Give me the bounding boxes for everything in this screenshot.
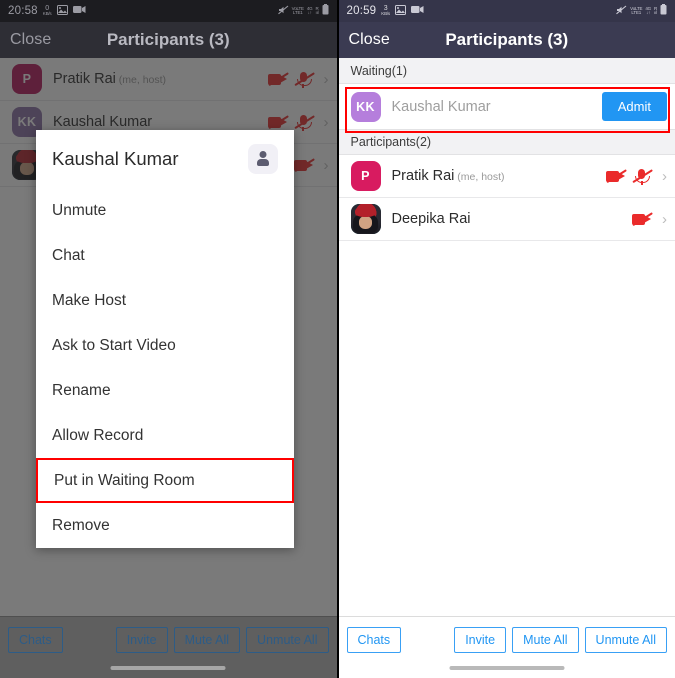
invite-button[interactable]: Invite	[115, 627, 168, 653]
chevron-right-icon[interactable]: ›	[662, 168, 667, 185]
volte-lte1-icon: VoLTE LTE1	[630, 5, 643, 15]
menu-item-rename[interactable]: Rename	[36, 368, 294, 413]
status-bar-right: VoLTE LTE1 4G ↓↑ R ııl	[277, 4, 329, 18]
unmute-all-button[interactable]: Unmute All	[584, 627, 667, 653]
left-phone-screen: 20:58 0 KB/s VoLTE LTE1 4G ↓↑ R ııl Clos…	[0, 0, 337, 678]
mute-all-button[interactable]: Mute All	[512, 627, 579, 653]
participant-name: Pratik Rai (me, host)	[391, 168, 505, 184]
waiting-section-header: Waiting(1)	[338, 58, 675, 84]
avatar	[350, 204, 381, 234]
admit-button[interactable]: Admit	[601, 92, 667, 121]
invite-button[interactable]: Invite	[454, 627, 507, 653]
menu-item-chat[interactable]: Chat	[36, 233, 294, 278]
menu-item-remove[interactable]: Remove	[36, 503, 294, 548]
menu-item-ask-to-start-video[interactable]: Ask to Start Video	[36, 323, 294, 368]
gesture-bar[interactable]	[449, 666, 565, 670]
participants-section-header: Participants(2)	[338, 129, 675, 155]
table-row[interactable]: P Pratik Rai (me, host) ›	[338, 155, 675, 198]
menu-item-unmute[interactable]: Unmute	[36, 188, 294, 233]
bottom-toolbar-buttons: Chats Invite Mute All Unmute All	[0, 617, 337, 657]
4g-icon: 4G ↓↑	[645, 5, 651, 15]
status-bar: 20:59 3 KB/s VoLTE LTE1 4G ↓↑ R ııl	[338, 0, 675, 22]
mute-all-button[interactable]: Mute All	[173, 627, 241, 653]
panel-divider	[336, 0, 338, 678]
close-button[interactable]: Close	[10, 31, 51, 49]
video-off-icon	[606, 168, 627, 185]
bottom-toolbar: Chats Invite Mute All Unmute All	[0, 616, 337, 678]
user-icon[interactable]	[248, 144, 278, 174]
app-bar: Close Participants (3)	[338, 22, 675, 58]
battery-icon	[322, 4, 329, 18]
row-status-icons: ›	[632, 211, 667, 228]
app-bar: Close Participants (3)	[0, 22, 337, 58]
mute-icon	[277, 5, 289, 18]
status-bar-left: 20:59 3 KB/s	[346, 4, 425, 18]
mic-off-icon	[632, 168, 653, 185]
4g-icon: 4G ↓↑	[306, 5, 313, 15]
data-speed-indicator: 3 KB/s	[381, 5, 390, 17]
avatar-photo-hat	[354, 205, 377, 217]
video-off-icon	[632, 211, 653, 228]
table-row[interactable]: Deepika Rai ›	[338, 198, 675, 241]
camcorder-icon	[72, 5, 86, 17]
avatar: P	[350, 161, 381, 191]
chats-button[interactable]: Chats	[8, 627, 63, 653]
bottom-toolbar-buttons: Chats Invite Mute All Unmute All	[339, 617, 675, 657]
roaming-signal-icon: R ııl	[653, 5, 657, 15]
status-bar-clock: 20:59	[346, 5, 377, 17]
chevron-right-icon[interactable]: ›	[662, 211, 667, 228]
data-speed-unit: KB/s	[42, 11, 52, 17]
waiting-participant-name: Kaushal Kumar	[391, 98, 491, 115]
participant-context-menu: Kaushal Kumar Unmute Chat Make Host Ask …	[36, 130, 294, 548]
status-bar: 20:58 0 KB/s VoLTE LTE1 4G ↓↑ R ııl	[0, 0, 337, 22]
volte-lte1-icon: VoLTE LTE1	[291, 5, 304, 15]
close-button[interactable]: Close	[349, 31, 390, 49]
context-menu-title: Kaushal Kumar	[52, 148, 179, 169]
participant-name: Deepika Rai	[391, 211, 471, 227]
avatar-initials: P	[361, 169, 370, 183]
status-bar-clock: 20:58	[8, 5, 38, 17]
avatar-initials: KK	[356, 99, 375, 114]
chats-button[interactable]: Chats	[346, 627, 402, 653]
menu-item-make-host[interactable]: Make Host	[36, 278, 294, 323]
roaming-signal-icon: R ııl	[315, 5, 319, 15]
participant-role: (me, host)	[454, 171, 505, 183]
camcorder-icon	[411, 5, 424, 17]
image-icon	[56, 4, 68, 18]
data-speed-unit: KB/s	[381, 11, 390, 17]
data-speed-indicator: 0 KB/s	[43, 5, 52, 17]
bottom-toolbar: Chats Invite Mute All Unmute All	[338, 616, 675, 678]
row-status-icons: ›	[606, 168, 667, 185]
image-icon	[395, 4, 406, 18]
status-bar-left: 20:58 0 KB/s	[8, 4, 86, 18]
avatar-photo-face	[358, 216, 373, 229]
right-phone-screen: 20:59 3 KB/s VoLTE LTE1 4G ↓↑ R ııl Clos…	[338, 0, 675, 678]
menu-item-put-in-waiting-room[interactable]: Put in Waiting Room	[36, 458, 294, 503]
unmute-all-button[interactable]: Unmute All	[246, 627, 329, 653]
waiting-row[interactable]: KK Kaushal Kumar Admit	[338, 84, 675, 129]
battery-icon	[660, 4, 667, 18]
menu-item-allow-record[interactable]: Allow Record	[36, 413, 294, 458]
dual-screenshot-comparison: 20:58 0 KB/s VoLTE LTE1 4G ↓↑ R ııl Clos…	[0, 0, 675, 678]
context-menu-header: Kaushal Kumar	[36, 130, 294, 188]
avatar: KK	[350, 91, 381, 122]
mute-icon	[616, 5, 627, 18]
gesture-bar[interactable]	[110, 666, 226, 670]
status-bar-right: VoLTE LTE1 4G ↓↑ R ııl	[616, 4, 667, 18]
